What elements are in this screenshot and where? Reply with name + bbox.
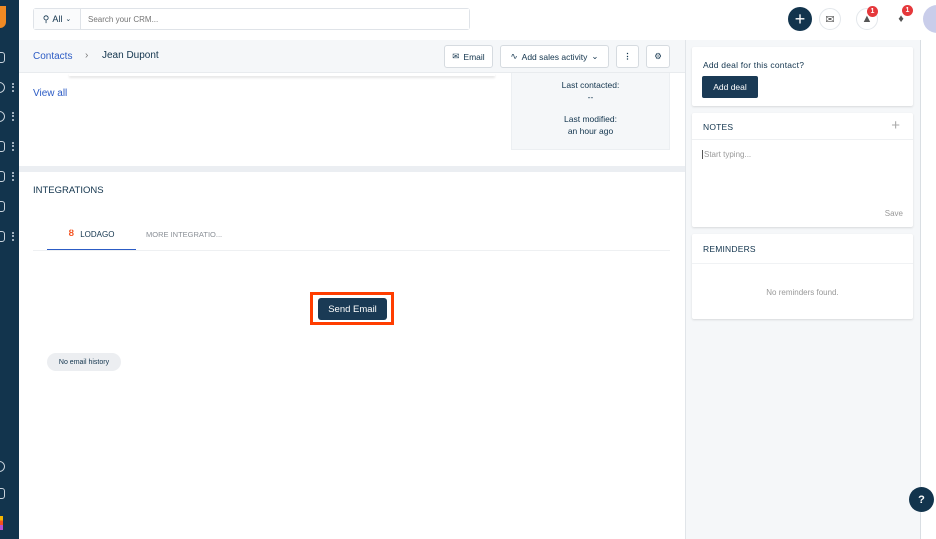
gear-icon: ⚙	[654, 51, 662, 61]
nav-contacts-icon[interactable]	[0, 52, 5, 63]
last-contacted-value: --	[587, 92, 594, 102]
search-input[interactable]	[81, 9, 469, 29]
global-search: ⚲ All ⌄	[33, 8, 470, 30]
help-button[interactable]: ?	[909, 487, 934, 512]
breadcrumb-contacts-link[interactable]: Contacts	[33, 51, 72, 62]
nav-chat-icon[interactable]	[0, 82, 5, 93]
nav-box-icon[interactable]	[0, 171, 5, 182]
view-all-link[interactable]: View all	[33, 88, 67, 99]
more-icon[interactable]	[12, 83, 14, 92]
notes-card: NOTES + Start typing... Save	[692, 113, 913, 227]
settings-button[interactable]: ⚙	[646, 45, 670, 68]
last-modified-label: Last modified:	[564, 114, 617, 124]
email-button[interactable]: ✉ Email	[444, 45, 493, 68]
add-deal-button[interactable]: Add deal	[702, 76, 758, 98]
integrations-title: INTEGRATIONS	[33, 185, 104, 196]
reminders-title: REMINDERS	[703, 244, 756, 254]
add-sales-activity-button[interactable]: ∿ Add sales activity ⌄	[500, 45, 609, 68]
left-sidebar	[0, 0, 19, 539]
add-note-icon[interactable]: +	[891, 117, 900, 134]
activity-icon: ∿	[510, 51, 518, 61]
chevron-right-icon: ›	[85, 50, 89, 61]
more-options-button[interactable]: ⋮	[616, 45, 639, 68]
search-scope-dropdown[interactable]: ⚲ All ⌄	[34, 9, 81, 29]
nav-settings-icon[interactable]	[0, 231, 5, 242]
last-contacted-label: Last contacted:	[561, 80, 620, 90]
create-new-button[interactable]: +	[788, 7, 812, 31]
save-note-button[interactable]: Save	[885, 209, 903, 218]
reminders-empty-text: No reminders found.	[766, 288, 839, 297]
nav-document-icon[interactable]	[0, 141, 5, 152]
mail-icon[interactable]: ✉	[819, 8, 841, 30]
mail-icon: ✉	[452, 51, 460, 61]
tab-lodago[interactable]: ᴽ LODAGO	[47, 220, 136, 251]
contact-stats: Last contacted: -- Last modified: an hou…	[511, 73, 670, 150]
more-icon[interactable]	[12, 232, 14, 241]
apps-icon[interactable]	[0, 516, 3, 530]
more-icon[interactable]	[12, 112, 14, 121]
deal-question: Add deal for this contact?	[703, 60, 805, 70]
lodago-logo-icon: ᴽ	[68, 227, 75, 242]
reminders-divider	[692, 263, 913, 264]
last-modified-value: an hour ago	[567, 126, 614, 136]
nav-reports-icon[interactable]	[0, 201, 5, 212]
no-email-history-badge: No email history	[47, 353, 121, 371]
contact-name: Jean Dupont	[102, 50, 159, 61]
card-shadow-edge	[69, 73, 495, 76]
notification-badge: 1	[867, 6, 878, 17]
bell-icon[interactable]: ♦ 1	[890, 5, 913, 30]
notes-divider	[692, 139, 913, 140]
send-email-button[interactable]: Send Email	[318, 298, 387, 320]
deal-card: Add deal for this contact? Add deal	[692, 47, 913, 106]
notification-badge: 1	[902, 5, 913, 16]
more-icon[interactable]	[12, 172, 14, 181]
notes-title: NOTES	[703, 122, 734, 132]
chevron-down-icon: ⌄	[591, 51, 599, 61]
section-divider	[19, 166, 685, 172]
nav-phone-icon[interactable]	[0, 111, 5, 122]
chevron-down-icon: ⌄	[65, 16, 72, 23]
app-logo[interactable]	[0, 6, 6, 28]
search-icon: ⚲	[42, 13, 50, 24]
tabs-divider	[33, 250, 670, 251]
notes-input[interactable]: Start typing...	[702, 150, 751, 159]
reminders-card: REMINDERS No reminders found.	[692, 234, 913, 319]
far-right-panel	[920, 40, 936, 539]
notifications-icon[interactable]: ▲ 1	[856, 6, 878, 30]
nav-link-icon[interactable]	[0, 461, 5, 472]
more-icon[interactable]	[12, 142, 14, 151]
tab-more-integrations[interactable]: MORE INTEGRATIO...	[146, 230, 222, 239]
nav-shield-icon[interactable]	[0, 488, 5, 499]
